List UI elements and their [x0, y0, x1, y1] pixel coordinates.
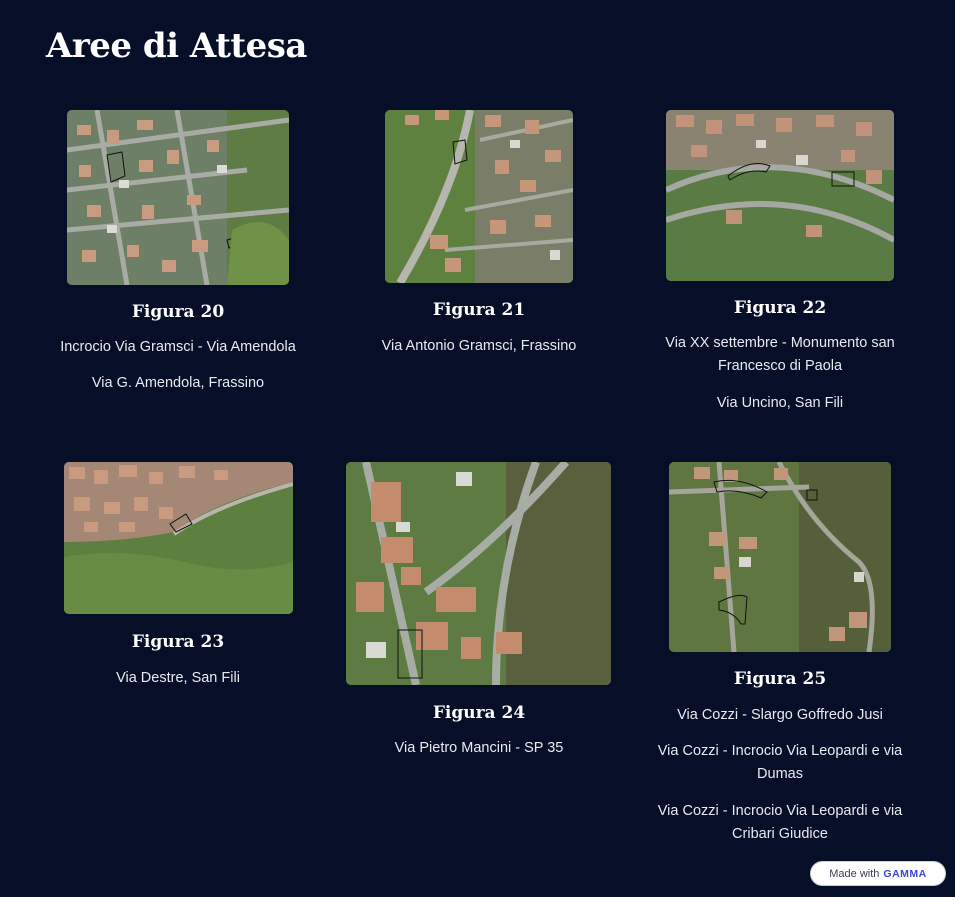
figure-title: Figura 23 — [131, 632, 225, 652]
aerial-map-image — [346, 462, 611, 685]
aerial-map-image — [669, 462, 891, 652]
badge-prefix: Made with — [829, 867, 880, 880]
aerial-map-image — [64, 462, 293, 614]
figure-title: Figura 25 — [733, 669, 827, 689]
figure-card-23: Figura 23 Via Destre, San Fili — [40, 0, 316, 897]
made-with-gamma-badge[interactable]: Made with GAMMA — [810, 861, 946, 886]
figure-caption-line: Via Destre, San Fili — [116, 670, 240, 686]
figure-caption-line: Via Pietro Mancini - SP 35 — [394, 740, 564, 756]
figure-card-24: Figura 24 Via Pietro Mancini - SP 35 — [341, 0, 617, 897]
figure-caption-line: Via Cozzi - Incrocio Via Leopardi e via … — [657, 743, 903, 782]
figure-caption-line: Via Cozzi - Incrocio Via Leopardi e via … — [657, 803, 903, 842]
gamma-logo: GAMMA — [883, 867, 927, 880]
figure-card-25: Figura 25 Via Cozzi - Slargo Goffredo Ju… — [642, 0, 918, 897]
figure-caption-line: Via Cozzi - Slargo Goffredo Jusi — [677, 707, 883, 723]
figure-title: Figura 24 — [432, 703, 526, 723]
